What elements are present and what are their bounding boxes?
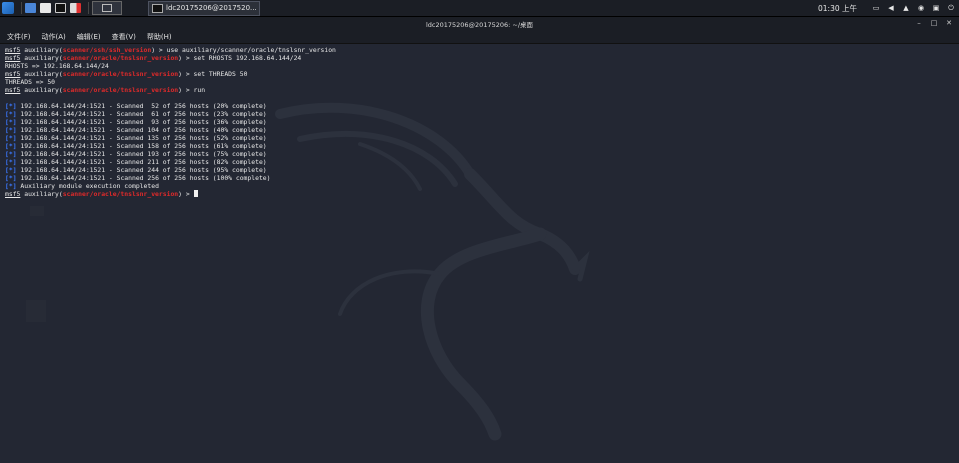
terminal-status-line: [*] 192.168.64.144/24:1521 - Scanned 93 … [5, 118, 336, 126]
power-icon[interactable]: ⏻ [947, 4, 955, 12]
terminal-status-line: [*] 192.168.64.144/24:1521 - Scanned 61 … [5, 110, 336, 118]
terminal-cursor [193, 190, 198, 197]
prompt-command: set RHOSTS 192.168.64.144/24 [193, 54, 302, 62]
taskbar-window-label: ldc20175206@2017520... [166, 4, 257, 12]
status-marker: [*] [5, 158, 17, 166]
terminal-output-line: RHOSTS => 192.168.64.144/24 [5, 62, 336, 70]
prompt-module: scanner/ssh/ssh_version [62, 46, 152, 54]
status-marker: [*] [5, 166, 17, 174]
status-marker: [*] [5, 110, 17, 118]
status-marker: [*] [5, 150, 17, 158]
terminal-status-line: [*] 192.168.64.144/24:1521 - Scanned 158… [5, 142, 336, 150]
menu-file[interactable]: 文件(F) [7, 32, 31, 42]
status-text: 192.168.64.144/24:1521 - Scanned 135 of … [20, 134, 267, 142]
window-title-bar[interactable]: ldc20175206@20175206: ~/桌面 – □ ✕ [0, 17, 959, 30]
prompt-module: scanner/oracle/tnslsnr_version [62, 70, 179, 78]
volume-icon[interactable]: ◀ [887, 4, 895, 12]
close-icon[interactable]: ✕ [945, 19, 953, 27]
status-text: Auxiliary module execution completed [20, 182, 159, 190]
terminal-status-line: [*] 192.168.64.144/24:1521 - Scanned 211… [5, 158, 336, 166]
desktop-icon-ghost [26, 300, 46, 322]
terminal-prompt-line: msf5 auxiliary(scanner/oracle/tnslsnr_ve… [5, 54, 302, 62]
terminal-launcher-icon[interactable] [55, 3, 66, 13]
status-text: 192.168.64.144/24:1521 - Scanned 61 of 2… [20, 110, 267, 118]
lock-icon[interactable]: ▣ [932, 4, 940, 12]
prompt-label: msf5 [5, 86, 21, 94]
workspace-switcher[interactable] [92, 1, 122, 15]
status-text: 192.168.64.144/24:1521 - Scanned 158 of … [20, 142, 267, 150]
prompt-command: run [193, 86, 206, 94]
status-text: 192.168.64.144/24:1521 - Scanned 104 of … [20, 126, 267, 134]
show-desktop-icon[interactable] [25, 3, 36, 13]
terminal-status-line: [*] 192.168.64.144/24:1521 - Scanned 256… [5, 174, 336, 182]
launcher [0, 1, 148, 15]
menu-action[interactable]: 动作(A) [42, 32, 66, 42]
status-marker: [*] [5, 174, 17, 182]
system-tray: 01:30 上午 ▭ ◀ ▲ ◉ ▣ ⏻ [818, 0, 955, 16]
minimize-icon[interactable]: – [915, 19, 923, 27]
terminal-status-line: [*] 192.168.64.144/24:1521 - Scanned 52 … [5, 102, 336, 110]
file-manager-icon[interactable] [40, 3, 51, 13]
prompt-module: scanner/oracle/tnslsnr_version [62, 54, 179, 62]
prompt-label: msf5 [5, 46, 21, 54]
terminal-status-line: [*] 192.168.64.144/24:1521 - Scanned 193… [5, 150, 336, 158]
terminal-status-line: [*] 192.168.64.144/24:1521 - Scanned 135… [5, 134, 336, 142]
terminal-icon [152, 3, 163, 13]
menu-edit[interactable]: 编辑(E) [77, 32, 101, 42]
output-text: RHOSTS => 192.168.64.144/24 [5, 62, 109, 70]
terminal-status-line: [*] Auxiliary module execution completed [5, 182, 336, 190]
workspace-window-icon [102, 4, 112, 12]
prompt-label: msf5 [5, 190, 21, 198]
prompt-command: use auxiliary/scanner/oracle/tnslsnr_ver… [166, 46, 336, 54]
status-marker: [*] [5, 142, 17, 150]
window-controls: – □ ✕ [908, 19, 953, 27]
maximize-icon[interactable]: □ [930, 19, 938, 27]
desktop-icon-ghost [30, 206, 44, 216]
taskbar-window-button[interactable]: ldc20175206@2017520... [148, 0, 260, 16]
terminal-prompt-line: msf5 auxiliary(scanner/oracle/tnslsnr_ve… [5, 86, 206, 94]
terminal-output: msf5 auxiliary(scanner/ssh/ssh_version) … [5, 46, 336, 198]
prompt-label: msf5 [5, 70, 21, 78]
browser-launcher-icon[interactable] [70, 3, 81, 13]
app-menu-icon[interactable] [2, 2, 14, 14]
status-text: 192.168.64.144/24:1521 - Scanned 52 of 2… [20, 102, 267, 110]
menu-view[interactable]: 查看(V) [112, 32, 136, 42]
menu-bar: 文件(F) 动作(A) 编辑(E) 查看(V) 帮助(H) [0, 30, 959, 44]
power-manager-icon[interactable]: ◉ [917, 4, 925, 12]
menu-help[interactable]: 帮助(H) [147, 32, 172, 42]
status-text: 192.168.64.144/24:1521 - Scanned 193 of … [20, 150, 267, 158]
status-marker: [*] [5, 118, 17, 126]
status-marker: [*] [5, 102, 17, 110]
status-text: 192.168.64.144/24:1521 - Scanned 93 of 2… [20, 118, 267, 126]
prompt-module: scanner/oracle/tnslsnr_version [62, 86, 179, 94]
terminal-area[interactable]: msf5 auxiliary(scanner/ssh/ssh_version) … [0, 44, 959, 463]
status-text: 192.168.64.144/24:1521 - Scanned 256 of … [20, 174, 271, 182]
display-icon[interactable]: ▭ [872, 4, 880, 12]
terminal-status-line: [*] 192.168.64.144/24:1521 - Scanned 104… [5, 126, 336, 134]
panel-separator [88, 2, 89, 14]
terminal-output-line: THREADS => 50 [5, 78, 336, 86]
panel-separator [21, 2, 22, 14]
terminal-status-line: [*] 192.168.64.144/24:1521 - Scanned 244… [5, 166, 336, 174]
top-panel: ldc20175206@2017520... 01:30 上午 ▭ ◀ ▲ ◉ … [0, 0, 959, 17]
terminal-prompt-line: msf5 auxiliary(scanner/ssh/ssh_version) … [5, 46, 336, 54]
prompt-label: msf5 [5, 54, 21, 62]
terminal-prompt-line: msf5 auxiliary(scanner/oracle/tnslsnr_ve… [5, 190, 336, 198]
prompt-module: scanner/oracle/tnslsnr_version [62, 190, 179, 198]
prompt-command: set THREADS 50 [193, 70, 248, 78]
status-marker: [*] [5, 182, 17, 190]
status-text: 192.168.64.144/24:1521 - Scanned 244 of … [20, 166, 267, 174]
status-text: 192.168.64.144/24:1521 - Scanned 211 of … [20, 158, 267, 166]
clock[interactable]: 01:30 上午 [818, 3, 857, 14]
status-marker: [*] [5, 134, 17, 142]
output-text: THREADS => 50 [5, 78, 56, 86]
notification-bell-icon[interactable]: ▲ [902, 4, 910, 12]
status-marker: [*] [5, 126, 17, 134]
terminal-prompt-line: msf5 auxiliary(scanner/oracle/tnslsnr_ve… [5, 70, 248, 78]
window-title: ldc20175206@20175206: ~/桌面 [425, 20, 534, 29]
